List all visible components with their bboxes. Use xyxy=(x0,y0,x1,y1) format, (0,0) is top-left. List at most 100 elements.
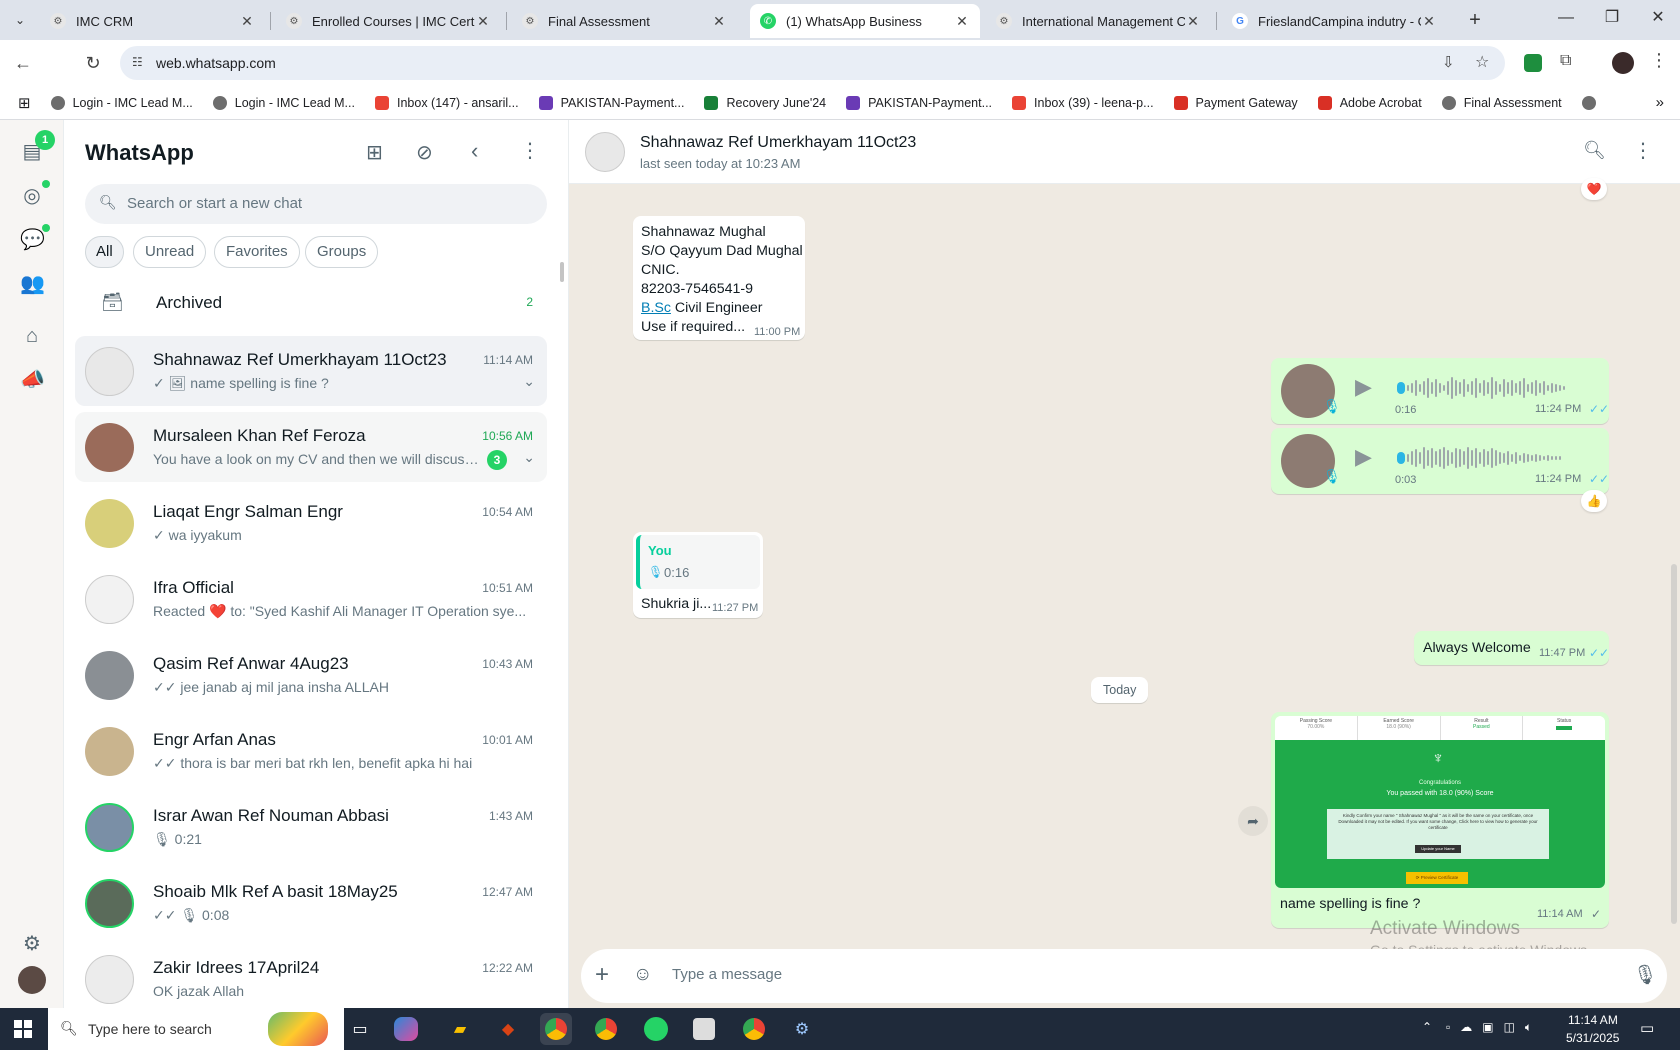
windows-start-icon[interactable] xyxy=(14,1020,32,1038)
bookmark-item[interactable]: Recovery June'24 xyxy=(694,95,836,110)
conversation-scrollbar[interactable] xyxy=(1671,564,1677,924)
channels-icon[interactable]: 💬 xyxy=(20,228,45,252)
taskbar-date[interactable]: 5/31/2025 xyxy=(1566,1031,1619,1045)
close-tab-icon[interactable]: ✕ xyxy=(711,13,727,30)
quoted-message[interactable]: You 🎙︎ 0:16 xyxy=(636,535,760,589)
taskbar-search-box[interactable]: 🔍︎ Type here to search xyxy=(48,1008,344,1050)
close-tab-icon[interactable]: ✕ xyxy=(1421,13,1437,30)
chat-item[interactable]: Shahnawaz Ref Umerkhayam 11Oct23 11:14 A… xyxy=(75,336,547,406)
reply-message[interactable]: You 🎙︎ 0:16 Shukria ji... 11:27 PM xyxy=(633,532,763,618)
search-box[interactable]: 🔍︎ Search or start a new chat xyxy=(85,184,547,224)
filter-all[interactable]: All xyxy=(85,236,124,268)
chat-item[interactable]: Mursaleen Khan Ref Feroza 10:56 AM You h… xyxy=(75,412,547,482)
filter-favorites[interactable]: Favorites xyxy=(214,236,300,268)
tab-international-management[interactable]: ⚙ International Management Con ✕ xyxy=(986,4,1211,38)
bookmark-item[interactable]: Adobe Acrobat xyxy=(1308,95,1432,110)
extension-green-icon[interactable] xyxy=(1524,54,1542,72)
copilot-icon[interactable] xyxy=(394,1017,418,1041)
chevron-down-icon[interactable]: ⌄ xyxy=(523,373,535,390)
file-explorer-icon[interactable]: ▰ xyxy=(444,1013,476,1045)
sidebar-menu-icon[interactable]: ⋮ xyxy=(520,138,540,163)
chrome-icon[interactable] xyxy=(738,1013,770,1045)
chat-item[interactable]: Ifra Official 10:51 AM Reacted ❤️ to: "S… xyxy=(75,564,547,634)
chat-item[interactable]: Shoaib Mlk Ref A basit 18May25 12:47 AM … xyxy=(75,868,547,938)
pinned-app-icon[interactable]: ◆ xyxy=(492,1013,524,1045)
advertise-megaphone-icon[interactable]: 📣 xyxy=(20,368,45,392)
more-bookmarks-icon[interactable]: » xyxy=(1646,94,1680,111)
catalog-icon[interactable]: ⌂ xyxy=(20,324,44,348)
extensions-puzzle-icon[interactable]: ⧉ xyxy=(1560,52,1571,70)
attach-plus-icon[interactable]: + xyxy=(595,961,609,989)
close-tab-icon[interactable]: ✕ xyxy=(475,13,491,30)
taskbar-time[interactable]: 11:14 AM xyxy=(1568,1013,1618,1027)
bookmark-item[interactable]: Login - IMC Lead M... xyxy=(203,95,365,110)
bookmark-item[interactable]: Login - IMC Lead M... xyxy=(41,95,203,110)
voice-message[interactable]: 🎙︎ ▶ 0:16 11:24 PM ✓✓ xyxy=(1271,358,1609,424)
task-view-icon[interactable]: ▭ xyxy=(344,1013,376,1045)
voice-message[interactable]: 🎙︎ ▶ 0:03 11:24 PM ✓✓ xyxy=(1271,428,1609,494)
tab-imc-crm[interactable]: ⚙ IMC CRM ✕ xyxy=(40,4,265,38)
restore-window-icon[interactable]: ❐ xyxy=(1602,8,1622,28)
chat-item[interactable]: Liaqat Engr Salman Engr 10:54 AM ✓ wa iy… xyxy=(75,488,547,558)
communities-icon[interactable]: 👥 xyxy=(20,272,45,296)
install-app-icon[interactable]: ⇩ xyxy=(1442,53,1455,71)
image-message[interactable]: Passing Score 70.00% Earned Score 18.0 (90… xyxy=(1271,712,1609,928)
bookmark-star-icon[interactable]: ☆ xyxy=(1475,52,1489,72)
back-chevron-icon[interactable]: ‹ xyxy=(471,138,478,164)
clock-app-icon[interactable] xyxy=(688,1013,720,1045)
apps-grid-icon[interactable]: ⊞ xyxy=(0,94,41,112)
chrome-icon[interactable] xyxy=(540,1013,572,1045)
bookmark-item[interactable]: Final Assessment xyxy=(1432,95,1572,110)
close-tab-icon[interactable]: ✕ xyxy=(954,13,970,30)
play-icon[interactable]: ▶ xyxy=(1355,444,1372,470)
archived-row[interactable]: 🗃︎ Archived 2 xyxy=(75,280,547,326)
conversation-menu-icon[interactable]: ⋮ xyxy=(1633,138,1653,163)
certificate-screenshot[interactable]: Passing Score 70.00% Earned Score 18.0 (90… xyxy=(1275,716,1605,888)
message-input[interactable]: Type a message xyxy=(672,966,782,983)
status-icon[interactable]: ◎ xyxy=(20,184,44,208)
bookmark-item[interactable]: PAKISTAN-Payment... xyxy=(529,95,695,110)
back-icon[interactable]: ← xyxy=(12,52,34,74)
forward-icon[interactable]: ➦ xyxy=(1238,806,1268,836)
bookmark-item[interactable]: Payment Gateway xyxy=(1164,95,1308,110)
notifications-icon[interactable]: ▭ xyxy=(1640,1019,1654,1037)
close-tab-icon[interactable]: ✕ xyxy=(239,13,255,30)
settings-gear-icon[interactable]: ⚙ xyxy=(786,1013,818,1045)
chrome-icon[interactable] xyxy=(590,1013,622,1045)
chat-item[interactable]: Qasim Ref Anwar 4Aug23 10:43 AM ✓✓ jee j… xyxy=(75,640,547,710)
close-window-icon[interactable]: ✕ xyxy=(1648,8,1668,28)
bsc-link[interactable]: B.Sc xyxy=(641,300,671,316)
close-tab-icon[interactable]: ✕ xyxy=(1185,13,1201,30)
chevron-down-icon[interactable]: ⌄ xyxy=(523,449,535,466)
browser-menu-icon[interactable]: ⋮ xyxy=(1650,50,1668,71)
settings-gear-icon[interactable]: ⚙ xyxy=(20,932,44,956)
site-info-icon[interactable]: ☷ xyxy=(132,55,143,69)
minimize-window-icon[interactable]: — xyxy=(1556,8,1576,28)
waveform[interactable] xyxy=(1397,446,1577,470)
chatlist-scrollbar[interactable] xyxy=(560,262,564,282)
waveform[interactable] xyxy=(1397,376,1577,400)
sticker-emoji-icon[interactable]: ☺ xyxy=(633,964,652,986)
profile-avatar[interactable] xyxy=(1612,52,1634,74)
tab-whatsapp-business[interactable]: ✆ (1) WhatsApp Business ✕ xyxy=(750,4,980,38)
play-icon[interactable]: ▶ xyxy=(1355,374,1372,400)
incoming-message[interactable]: Shahnawaz Mughal S/O Qayyum Dad Mughal C… xyxy=(633,216,805,340)
conversation-header[interactable]: Shahnawaz Ref Umerkhayam 11Oct23 last se… xyxy=(569,120,1680,184)
address-bar[interactable]: ☷ web.whatsapp.com ⇩ ☆ xyxy=(120,46,1505,80)
tray-chevron-up-icon[interactable]: ⌃ xyxy=(1422,1020,1432,1034)
new-chat-icon[interactable]: ⊞ xyxy=(366,140,383,165)
reload-icon[interactable]: ↻ xyxy=(82,52,104,74)
outgoing-message[interactable]: Always Welcome 11:47 PM ✓✓ xyxy=(1414,631,1609,665)
bookmark-item[interactable]: PAKISTAN-Payment... xyxy=(836,95,1002,110)
chat-item[interactable]: Engr Arfan Anas 10:01 AM ✓✓ thora is bar… xyxy=(75,716,547,786)
tab-enrolled-courses[interactable]: ⚙ Enrolled Courses | IMC Certifica ✕ xyxy=(276,4,501,38)
chat-item[interactable]: Israr Awan Ref Nouman Abbasi 1:43 AM 🎙 0… xyxy=(75,792,547,862)
bookmark-item[interactable] xyxy=(1572,95,1614,110)
bookmark-item[interactable]: Inbox (147) - ansaril... xyxy=(365,95,529,110)
tab-final-assessment[interactable]: ⚙ Final Assessment ✕ xyxy=(512,4,737,38)
contact-avatar[interactable] xyxy=(585,132,625,172)
tab-search-icon[interactable]: ⌄ xyxy=(8,10,32,30)
heart-reaction[interactable]: ❤️ xyxy=(1581,178,1607,200)
filter-groups[interactable]: Groups xyxy=(305,236,379,268)
my-profile-avatar[interactable] xyxy=(18,966,46,994)
